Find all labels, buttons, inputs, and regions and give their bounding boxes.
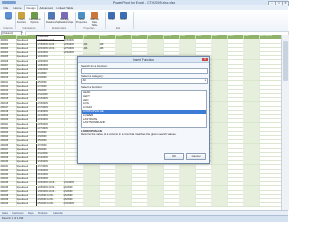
function-label: Select a function: (81, 85, 103, 89)
table-cell[interactable] (99, 202, 116, 207)
ribbon: Add Insert Function Calculation Options Cre… (0, 10, 288, 32)
table-cell[interactable] (179, 202, 196, 207)
table-row[interactable]: 200040 Speedseek 2/5/2009 12:00... 2/10/200… (0, 202, 281, 208)
ok-button[interactable]: OK (164, 153, 184, 160)
ribbon-button-label: Calculation Options (29, 18, 41, 24)
table-cell[interactable] (131, 202, 148, 207)
search-input[interactable] (81, 68, 208, 74)
insert-function-dialog: Insert Function ✕ Search for a function:… (77, 56, 210, 164)
ribbon-button[interactable]: Calculation Options (29, 11, 41, 25)
ribbon-button[interactable]: Manage Relationships (59, 11, 74, 25)
ribbon-button[interactable]: Undo (106, 11, 117, 22)
scrollbar-thumb[interactable] (283, 41, 288, 81)
table-cell[interactable]: 200040 (0, 202, 17, 207)
function-description: Returns the value of a column in a row t… (81, 132, 177, 136)
table-cell[interactable] (259, 202, 281, 206)
dialog-title-bar: Insert Function ✕ (78, 57, 209, 63)
ribbon-button-label: Create Relationship (46, 18, 60, 24)
fx-icon[interactable]: fx (21, 31, 23, 34)
table-cell[interactable] (211, 202, 228, 207)
ribbon-group-label: Relationships (51, 26, 67, 30)
table-cell[interactable]: Speedseek (16, 202, 37, 207)
ribbon-group-label: Properties (83, 26, 95, 30)
ribbon-button-label: Table Properties (76, 18, 87, 24)
ribbon-button-label: Undo (108, 18, 115, 21)
quick-access-toolbar[interactable] (2, 1, 16, 4)
ribbon-button-label: Add (6, 18, 11, 21)
cancel-button[interactable]: Cancel (186, 153, 206, 160)
table-cell[interactable]: 2/5/2009 12:00... (36, 202, 65, 207)
ribbon-separator (132, 12, 133, 29)
ribbon-button[interactable]: Insert Function (16, 11, 27, 25)
ribbon-group-label: Edit (115, 26, 121, 30)
ribbon-group-label: Calculations (22, 26, 36, 30)
ribbon-button[interactable]: Redo (118, 11, 129, 22)
ribbon-button-label: Manage Relationships (59, 18, 74, 24)
chevron-down-icon[interactable]: ▾ (205, 79, 206, 83)
ribbon-button-label: Redo (120, 18, 127, 21)
function-list-item[interactable]: LASTNONBLANK (82, 121, 206, 125)
table-cell[interactable] (227, 202, 244, 207)
table-cell[interactable] (83, 202, 100, 207)
ribbon-button-label: Insert Function (16, 18, 27, 24)
table-cell[interactable] (147, 202, 164, 207)
dialog-close-button[interactable]: ✕ (202, 57, 208, 62)
category-select[interactable]: All ▾ (81, 78, 208, 84)
ribbon-button[interactable]: Mark as Date Table (89, 11, 100, 28)
ribbon-button[interactable]: Create Relationship (46, 11, 60, 25)
table-cell[interactable]: 2/10/2009 (63, 202, 84, 207)
function-list[interactable]: LEAD LEFT LEN LOG LOG10 LOOKUPVALUE LOWER LASTD… (81, 90, 207, 128)
ribbon-group-label: Columns (3, 26, 13, 30)
ribbon-button[interactable]: Add (3, 11, 14, 22)
vertical-scrollbar[interactable] (281, 35, 289, 210)
table-cell[interactable] (163, 202, 180, 207)
status-bar: Record: 1 of 4,032 (0, 215, 288, 222)
table-cell[interactable] (243, 202, 260, 207)
category-value: All (82, 78, 86, 82)
dialog-title: Insert Function (132, 58, 155, 62)
table-cell[interactable] (115, 202, 132, 207)
table-cell[interactable] (195, 202, 212, 207)
ribbon-button[interactable]: Table Properties (76, 11, 87, 25)
record-indicator: Record: 1 of 4,032 (2, 217, 24, 221)
